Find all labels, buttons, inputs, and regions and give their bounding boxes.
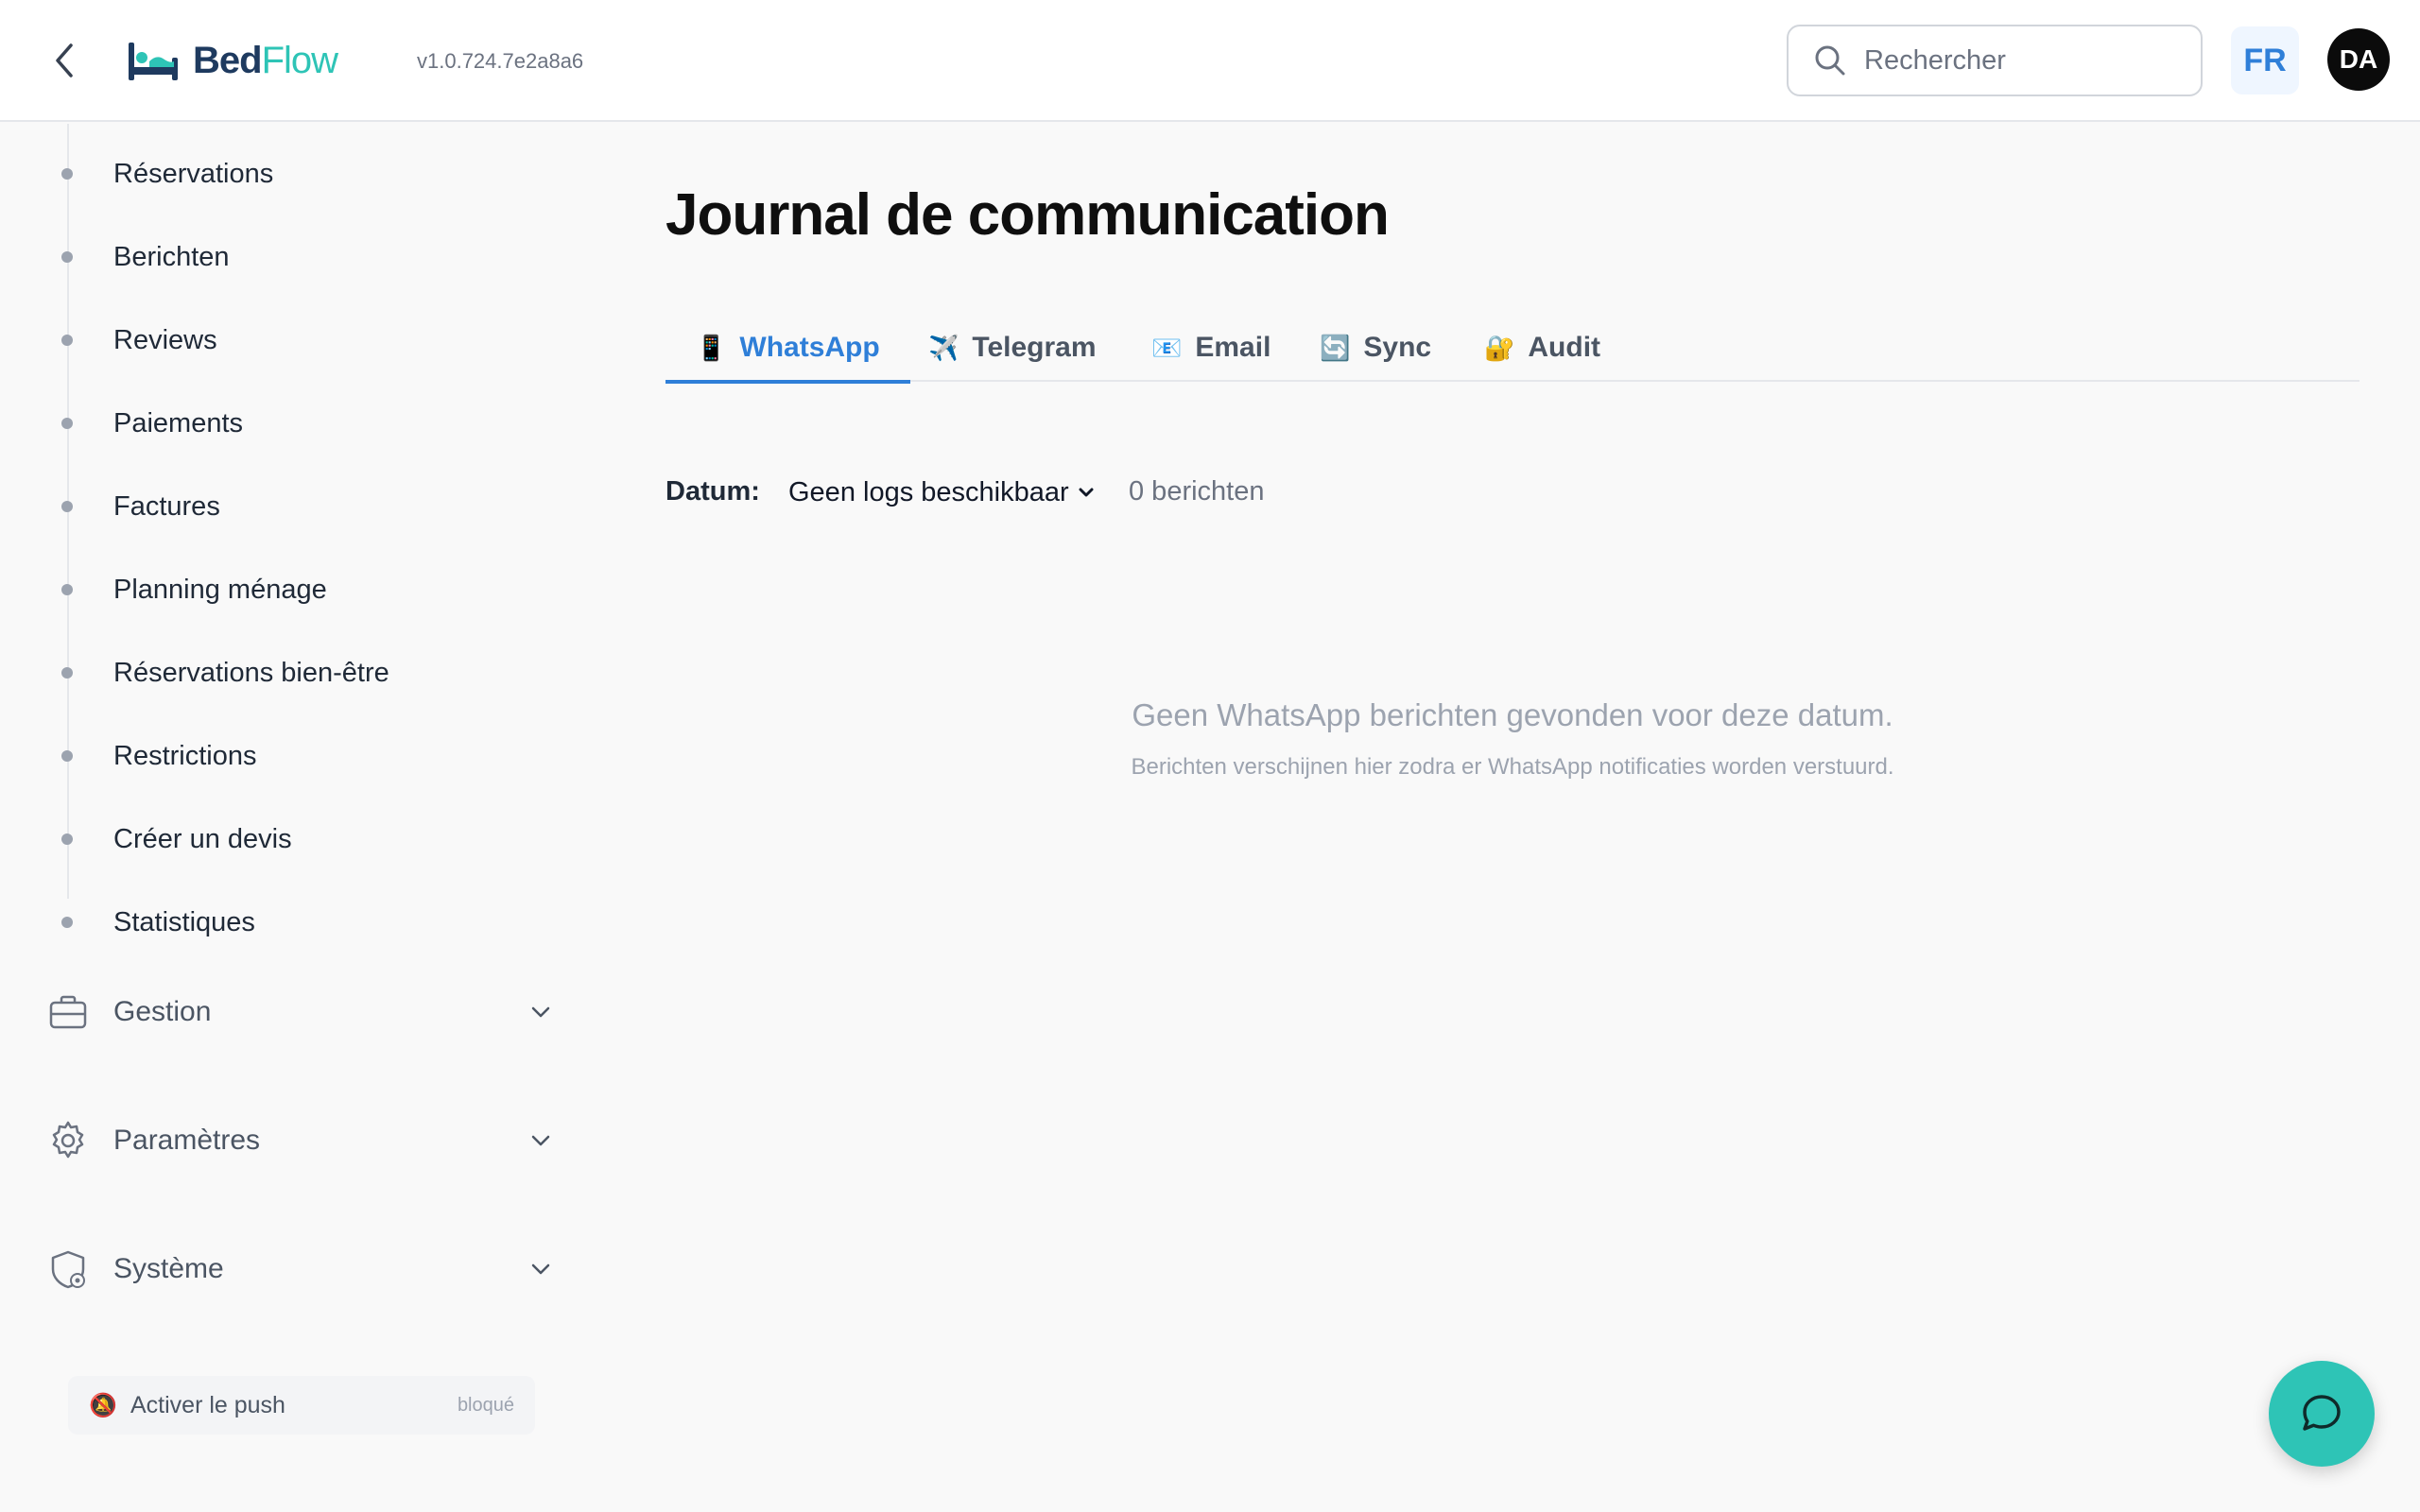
chevron-left-icon [56,43,73,77]
sidebar-item-reservations-bien-etre[interactable]: Réservations bien-être [0,635,567,711]
briefcase-icon [49,995,87,1029]
bullet-dot [61,833,73,845]
chevron-down-icon [531,1006,550,1018]
date-filter-label: Datum: [666,476,760,507]
page-title: Journal de communication [666,182,1390,248]
language-switcher[interactable]: FR [2231,26,2299,94]
tab-label: Email [1195,332,1271,363]
sidebar-group-label: Paramètres [113,1125,261,1156]
chat-bubble-icon [2303,1395,2341,1431]
message-count: 0 berichten [1129,476,1265,507]
sidebar: Réservations Berichten Reviews Paiements… [0,124,586,1512]
sidebar-item-factures[interactable]: Factures [0,469,567,544]
sidebar-group-label: Gestion [113,996,212,1027]
tab-label: Sync [1363,332,1432,363]
airplane-icon: ✈️ [928,333,959,362]
chevron-down-icon [531,1135,550,1146]
logo-text-flow: Flow [261,39,338,81]
sidebar-item-restrictions[interactable]: Restrictions [0,718,567,794]
date-select[interactable]: Geen logs beschikbaar [777,469,1107,516]
date-select-value: Geen logs beschikbaar [788,476,1069,507]
bullet-dot [61,251,73,263]
bullet-dot [61,335,73,346]
back-button[interactable] [45,38,83,83]
sidebar-item-berichten[interactable]: Berichten [0,219,567,295]
logo-text: BedFlow [193,39,338,82]
sidebar-item-reviews[interactable]: Reviews [0,302,567,378]
sidebar-item-statistiques[interactable]: Statistiques [0,885,567,960]
empty-state-title: Geen WhatsApp berichten gevonden voor de… [1132,697,1893,732]
bullet-dot [61,750,73,762]
sidebar-item-label: Réservations bien-être [113,657,389,688]
tab-label: Telegram [972,332,1097,363]
sidebar-item-planning-menage[interactable]: Planning ménage [0,552,567,627]
tab-whatsapp[interactable]: 📱 WhatsApp [666,314,910,384]
sync-icon: 🔄 [1320,333,1351,362]
sidebar-item-label: Reviews [113,324,217,355]
tab-sync[interactable]: 🔄 Sync [1320,314,1431,382]
logo-text-bed: Bed [193,39,263,81]
sidebar-group-parametres[interactable]: Paramètres [0,1098,567,1183]
bullet-dot [61,168,73,180]
sidebar-item-label: Berichten [113,241,230,272]
bullet-dot [61,667,73,679]
sidebar-item-label: Paiements [113,407,244,438]
lock-icon: 🔐 [1484,333,1515,362]
chevron-down-icon [531,1263,550,1275]
bullet-dot [61,584,73,595]
app-version: v1.0.724.7e2a8a6 [417,49,584,73]
search-icon [1815,45,1845,76]
sidebar-item-paiements[interactable]: Paiements [0,386,567,461]
chevron-down-icon [1079,488,1094,497]
top-header: BedFlow v1.0.724.7e2a8a6 FR DA [0,0,2420,122]
sidebar-item-label: Réservations [113,158,274,189]
user-avatar[interactable]: DA [2327,28,2390,91]
sidebar-group-systeme[interactable]: Système [0,1227,567,1312]
bullet-dot [61,501,73,512]
sidebar-item-creer-devis[interactable]: Créer un devis [0,801,567,877]
enable-push-button[interactable]: 🔕 Activer le push bloqué [68,1376,535,1435]
bed-logo-icon [129,43,178,80]
tab-telegram[interactable]: ✈️ Telegram [928,314,1097,382]
search-box[interactable] [1787,25,2203,96]
sidebar-item-label: Factures [113,490,220,522]
sidebar-item-label: Statistiques [113,906,255,937]
tab-label: WhatsApp [739,332,880,363]
sidebar-group-gestion[interactable]: Gestion [0,970,567,1055]
sidebar-item-label: Planning ménage [113,574,327,605]
push-status: bloqué [457,1394,514,1416]
sidebar-item-label: Restrictions [113,740,257,771]
push-label: Activer le push [130,1391,285,1418]
phone-icon: 📱 [696,333,727,362]
tab-audit[interactable]: 🔐 Audit [1484,314,1600,382]
sidebar-item-reservations[interactable]: Réservations [0,136,567,212]
chat-button[interactable] [2269,1361,2375,1467]
sidebar-item-label: Créer un devis [113,823,292,854]
email-icon: 📧 [1151,333,1183,362]
bell-off-icon: 🔕 [89,1392,117,1418]
search-input[interactable] [1864,44,2176,77]
gear-icon [52,1121,84,1159]
bullet-dot [61,917,73,928]
app-logo[interactable]: BedFlow [125,32,338,89]
tab-email[interactable]: 📧 Email [1151,314,1270,382]
shield-gear-icon [51,1250,85,1289]
channel-tabs: 📱 WhatsApp ✈️ Telegram 📧 Email 🔄 Sync 🔐 … [666,314,2360,384]
bullet-dot [61,418,73,429]
tab-label: Audit [1528,332,1601,363]
sidebar-group-label: Système [113,1253,224,1284]
empty-state-subtitle: Berichten verschijnen hier zodra er What… [1131,754,1894,780]
